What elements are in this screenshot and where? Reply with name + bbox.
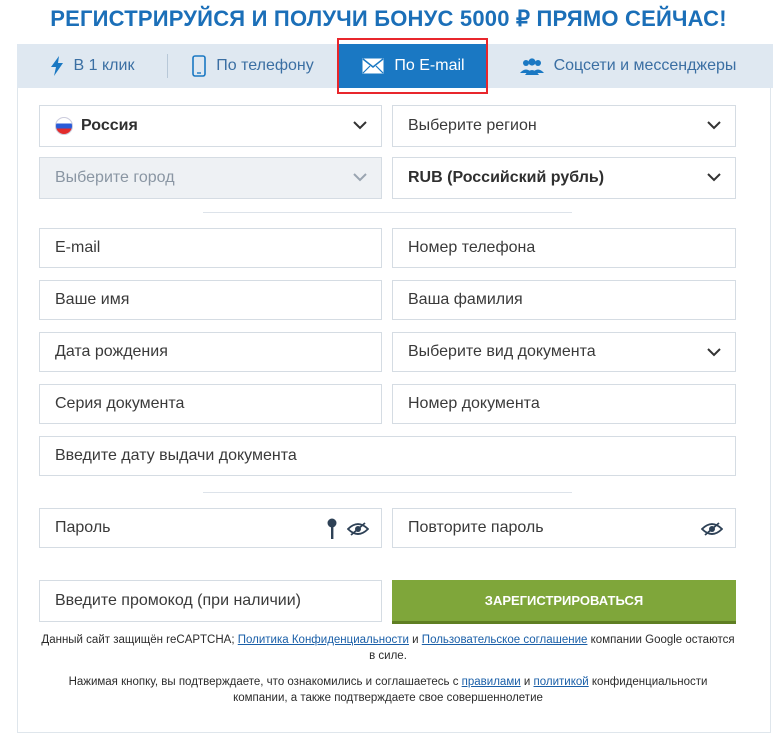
last-name-field[interactable]: Ваша фамилия bbox=[392, 280, 736, 320]
region-select[interactable]: Выберите регион bbox=[392, 105, 736, 147]
tab-one-click[interactable]: В 1 клик bbox=[17, 44, 167, 88]
country-value: Россия bbox=[81, 117, 138, 134]
birthdate-placeholder: Дата рождения bbox=[55, 343, 168, 360]
document-type-placeholder: Выберите вид документа bbox=[408, 343, 596, 360]
privacy-policy-link[interactable]: Политика Конфиденциальности bbox=[238, 634, 409, 646]
repeat-password-field[interactable]: Повторите пароль bbox=[392, 508, 736, 548]
terms-link[interactable]: Пользовательское соглашение bbox=[422, 634, 588, 646]
document-series-placeholder: Серия документа bbox=[55, 395, 185, 412]
promo-code-placeholder: Введите промокод (при наличии) bbox=[55, 592, 301, 609]
document-number-placeholder: Номер документа bbox=[408, 395, 540, 412]
tab-phone[interactable]: По телефону bbox=[168, 44, 338, 88]
eye-hidden-icon[interactable] bbox=[701, 522, 723, 536]
currency-select[interactable]: RUB (Российский рубль) bbox=[392, 157, 736, 199]
chevron-down-icon bbox=[707, 121, 721, 130]
conjunction-text: и bbox=[412, 634, 419, 646]
chevron-down-icon bbox=[353, 173, 367, 182]
currency-value: RUB (Российский рубль) bbox=[408, 169, 605, 186]
phone-placeholder: Номер телефона bbox=[408, 239, 536, 256]
city-placeholder: Выберите город bbox=[55, 169, 175, 186]
envelope-icon bbox=[362, 58, 384, 74]
country-select[interactable]: Россия bbox=[39, 105, 382, 147]
conjunction-text: и bbox=[523, 676, 531, 688]
tab-label: По E-mail bbox=[394, 57, 465, 74]
phone-field[interactable]: Номер телефона bbox=[392, 228, 736, 268]
tab-label: По телефону bbox=[216, 57, 314, 74]
recaptcha-prefix-text: Данный сайт защищён reCAPTCHA; bbox=[41, 634, 235, 646]
document-type-select[interactable]: Выберите вид документа bbox=[392, 332, 736, 372]
chevron-down-icon bbox=[353, 121, 367, 130]
password-placeholder: Пароль bbox=[55, 519, 111, 536]
page-title: РЕГИСТРИРУЙСЯ И ПОЛУЧИ БОНУС 5000 ₽ ПРЯМ… bbox=[50, 6, 727, 31]
city-select[interactable]: Выберите город bbox=[39, 157, 382, 199]
document-issue-date-placeholder: Введите дату выдачи документа bbox=[55, 447, 297, 464]
eye-hidden-icon[interactable] bbox=[347, 522, 369, 536]
rules-link[interactable]: правилами bbox=[462, 676, 521, 688]
register-button[interactable]: ЗАРЕГИСТРИРОВАТЬСЯ bbox=[392, 580, 736, 621]
lightning-icon bbox=[50, 56, 64, 76]
consent-notice: Нажимая кнопку, вы подтверждаете, что оз… bbox=[40, 674, 736, 706]
chevron-down-icon bbox=[707, 173, 721, 182]
last-name-placeholder: Ваша фамилия bbox=[408, 291, 523, 308]
email-placeholder: E-mail bbox=[55, 239, 101, 256]
recaptcha-notice: Данный сайт защищён reCAPTCHA; Политика … bbox=[40, 632, 736, 664]
first-name-field[interactable]: Ваше имя bbox=[39, 280, 382, 320]
policy-link[interactable]: политикой bbox=[534, 676, 589, 688]
people-icon bbox=[519, 57, 544, 75]
document-number-field[interactable]: Номер документа bbox=[392, 384, 736, 424]
tab-label: Соцсети и мессенджеры bbox=[553, 57, 737, 74]
tab-email[interactable]: По E-mail bbox=[339, 44, 488, 88]
repeat-password-placeholder: Повторите пароль bbox=[408, 519, 544, 536]
birthdate-field[interactable]: Дата рождения bbox=[39, 332, 382, 372]
document-issue-date-field[interactable]: Введите дату выдачи документа bbox=[39, 436, 736, 476]
divider bbox=[203, 492, 572, 493]
region-placeholder: Выберите регион bbox=[408, 117, 537, 134]
password-field[interactable]: Пароль bbox=[39, 508, 382, 548]
registration-tabs: В 1 клик По телефону По E-mail Соцсети и… bbox=[17, 44, 773, 88]
tab-label: В 1 клик bbox=[73, 57, 135, 74]
russia-flag-icon bbox=[55, 117, 73, 135]
tab-social[interactable]: Соцсети и мессенджеры bbox=[493, 44, 763, 88]
email-field[interactable]: E-mail bbox=[39, 228, 382, 268]
divider bbox=[203, 212, 572, 213]
document-series-field[interactable]: Серия документа bbox=[39, 384, 382, 424]
first-name-placeholder: Ваше имя bbox=[55, 291, 130, 308]
key-icon[interactable] bbox=[327, 518, 337, 540]
chevron-down-icon bbox=[707, 348, 721, 357]
phone-icon bbox=[192, 55, 207, 77]
promo-code-field[interactable]: Введите промокод (при наличии) bbox=[39, 580, 382, 622]
consent-prefix-text: Нажимая кнопку, вы подтверждаете, что оз… bbox=[68, 676, 459, 688]
